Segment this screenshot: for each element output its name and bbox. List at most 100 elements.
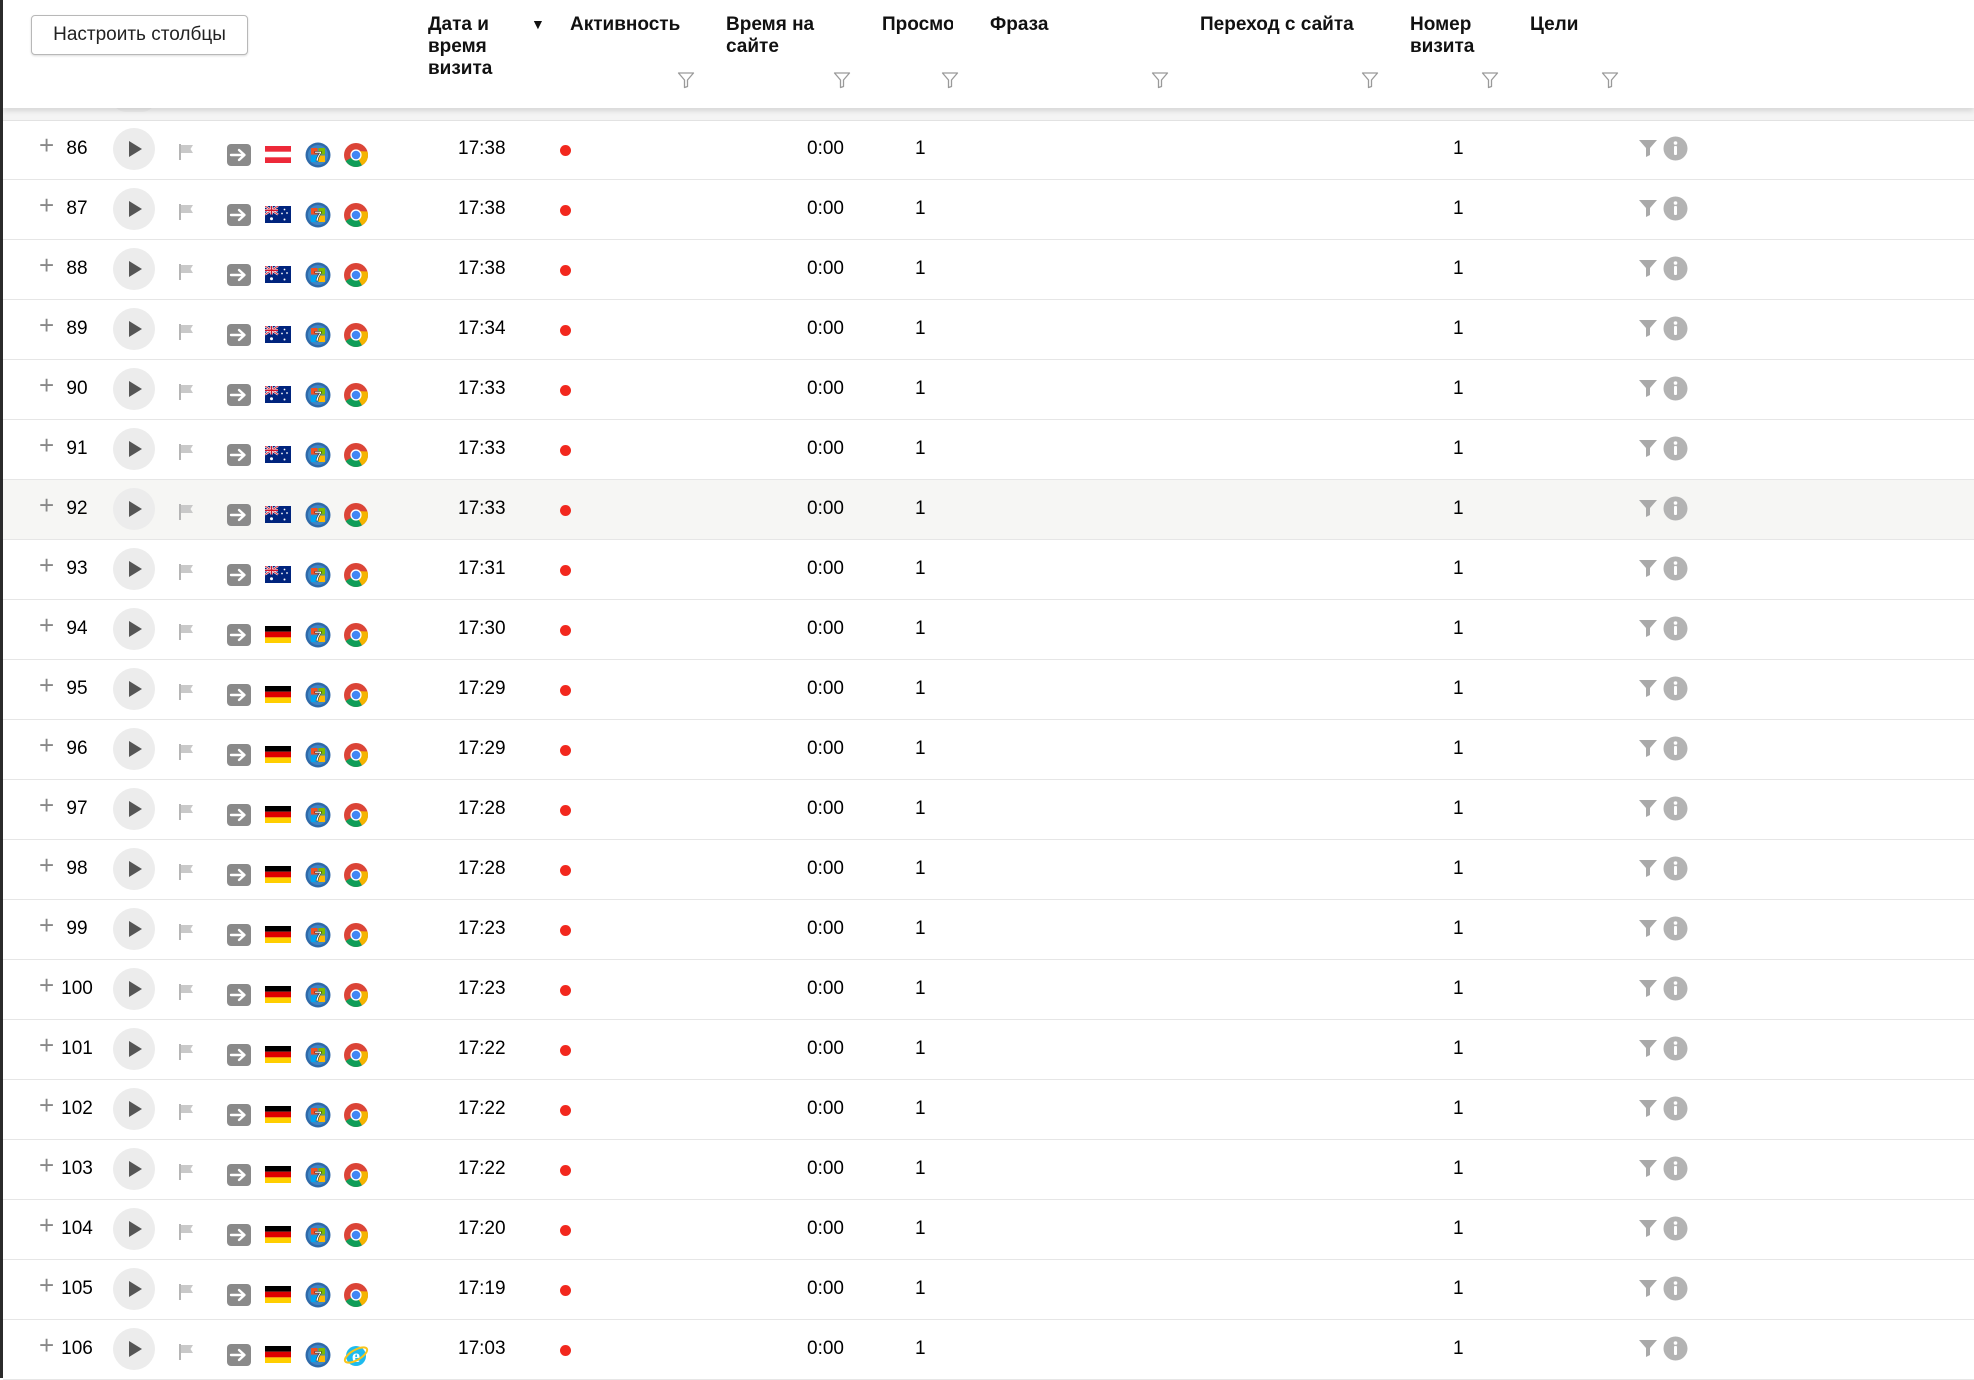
flag-icon[interactable]: [176, 1342, 196, 1362]
play-icon[interactable]: [113, 1268, 155, 1310]
flag-icon[interactable]: [176, 1282, 196, 1302]
info-icon[interactable]: [1663, 1336, 1688, 1361]
table-row[interactable]: + 99 7 17:23 0:00 1 1: [3, 900, 1974, 960]
table-row[interactable]: + 86 7 17:38 0:00 1 1: [3, 120, 1974, 180]
table-row[interactable]: + 88 7 17:38 0:00 1 1: [3, 240, 1974, 300]
filter-icon[interactable]: [1151, 71, 1169, 89]
table-row[interactable]: + 87 7 17:38 0:00 1 1: [3, 180, 1974, 240]
table-row[interactable]: + 104 7 17:20 0:00 1 1: [3, 1200, 1974, 1260]
play-icon[interactable]: [113, 548, 155, 590]
filter-icon[interactable]: [1361, 71, 1379, 89]
flag-icon[interactable]: [176, 1102, 196, 1122]
column-header-goals[interactable]: Цели: [1530, 14, 1630, 36]
flag-icon[interactable]: [176, 262, 196, 282]
column-header-datetime[interactable]: Дата и время визита: [428, 14, 523, 80]
info-icon[interactable]: [1663, 1096, 1688, 1121]
filter-icon[interactable]: [1638, 1218, 1658, 1238]
filter-icon[interactable]: [941, 71, 959, 89]
play-icon[interactable]: [113, 788, 155, 830]
play-icon[interactable]: [113, 188, 155, 230]
filter-icon[interactable]: [1638, 978, 1658, 998]
flag-icon[interactable]: [176, 742, 196, 762]
table-row[interactable]: + 103 7 17:22 0:00 1 1: [3, 1140, 1974, 1200]
play-icon[interactable]: [113, 668, 155, 710]
play-icon[interactable]: [113, 728, 155, 770]
configure-columns-button[interactable]: Настроить столбцы: [31, 15, 248, 55]
table-row[interactable]: + 95 7 17:29 0:00 1 1: [3, 660, 1974, 720]
play-icon[interactable]: [113, 1208, 155, 1250]
filter-icon[interactable]: [1638, 258, 1658, 278]
table-row[interactable]: + 100 7 17:23 0:00 1 1: [3, 960, 1974, 1020]
filter-icon[interactable]: [1638, 1038, 1658, 1058]
info-icon[interactable]: [1663, 436, 1688, 461]
play-icon[interactable]: [113, 308, 155, 350]
play-icon[interactable]: [113, 488, 155, 530]
column-header-phrase[interactable]: Фраза: [990, 14, 1140, 36]
info-icon[interactable]: [1663, 976, 1688, 1001]
info-icon[interactable]: [1663, 856, 1688, 881]
flag-icon[interactable]: [176, 1042, 196, 1062]
flag-icon[interactable]: [176, 562, 196, 582]
flag-icon[interactable]: [176, 802, 196, 822]
play-icon[interactable]: [113, 368, 155, 410]
column-header-activity[interactable]: Активность: [570, 14, 720, 36]
play-icon[interactable]: [113, 848, 155, 890]
filter-icon[interactable]: [1638, 138, 1658, 158]
filter-icon[interactable]: [1638, 738, 1658, 758]
info-icon[interactable]: [1663, 616, 1688, 641]
table-row[interactable]: + 94 7 17:30 0:00 1 1: [3, 600, 1974, 660]
info-icon[interactable]: [1663, 676, 1688, 701]
play-icon[interactable]: [113, 428, 155, 470]
table-row[interactable]: + 93 7 17:31 0:00 1 1: [3, 540, 1974, 600]
flag-icon[interactable]: [176, 682, 196, 702]
table-row[interactable]: + 97 7 17:28 0:00 1 1: [3, 780, 1974, 840]
play-icon[interactable]: [113, 908, 155, 950]
info-icon[interactable]: [1663, 1216, 1688, 1241]
filter-icon[interactable]: [1638, 438, 1658, 458]
filter-icon[interactable]: [1638, 1098, 1658, 1118]
table-row[interactable]: + 92 7 17:33 0:00 1 1: [3, 480, 1974, 540]
sort-desc-icon[interactable]: ▼: [531, 16, 545, 32]
flag-icon[interactable]: [176, 1222, 196, 1242]
play-icon[interactable]: [113, 128, 155, 170]
flag-icon[interactable]: [176, 862, 196, 882]
info-icon[interactable]: [1663, 376, 1688, 401]
filter-icon[interactable]: [677, 71, 695, 89]
flag-icon[interactable]: [176, 322, 196, 342]
column-header-views[interactable]: Просмотры: [882, 14, 953, 38]
flag-icon[interactable]: [176, 502, 196, 522]
info-icon[interactable]: [1663, 1156, 1688, 1181]
play-icon[interactable]: [113, 1028, 155, 1070]
flag-icon[interactable]: [176, 382, 196, 402]
info-icon[interactable]: [1663, 736, 1688, 761]
flag-icon[interactable]: [176, 982, 196, 1002]
column-header-time-on-site[interactable]: Время на сайте: [726, 14, 841, 58]
info-icon[interactable]: [1663, 256, 1688, 281]
play-icon[interactable]: [113, 248, 155, 290]
info-icon[interactable]: [1663, 796, 1688, 821]
filter-icon[interactable]: [1638, 798, 1658, 818]
filter-icon[interactable]: [1601, 71, 1619, 89]
flag-icon[interactable]: [176, 442, 196, 462]
flag-icon[interactable]: [176, 142, 196, 162]
filter-icon[interactable]: [1638, 378, 1658, 398]
info-icon[interactable]: [1663, 556, 1688, 581]
table-row[interactable]: + 101 7 17:22 0:00 1 1: [3, 1020, 1974, 1080]
table-row[interactable]: + 90 7 17:33 0:00 1 1: [3, 360, 1974, 420]
filter-icon[interactable]: [1638, 198, 1658, 218]
info-icon[interactable]: [1663, 136, 1688, 161]
table-row[interactable]: + 106 7 e 17:03 0:00 1 1: [3, 1320, 1974, 1380]
filter-icon[interactable]: [1638, 1338, 1658, 1358]
filter-icon[interactable]: [833, 71, 851, 89]
play-icon[interactable]: [113, 1328, 155, 1370]
filter-icon[interactable]: [1638, 1278, 1658, 1298]
filter-icon[interactable]: [1481, 71, 1499, 89]
table-row[interactable]: + 105 7 17:19 0:00 1 1: [3, 1260, 1974, 1320]
play-icon[interactable]: [113, 968, 155, 1010]
play-icon[interactable]: [113, 608, 155, 650]
play-icon[interactable]: [113, 1148, 155, 1190]
flag-icon[interactable]: [176, 202, 196, 222]
flag-icon[interactable]: [176, 922, 196, 942]
table-row[interactable]: + 91 7 17:33 0:00 1 1: [3, 420, 1974, 480]
table-row[interactable]: + 89 7 17:34 0:00 1 1: [3, 300, 1974, 360]
